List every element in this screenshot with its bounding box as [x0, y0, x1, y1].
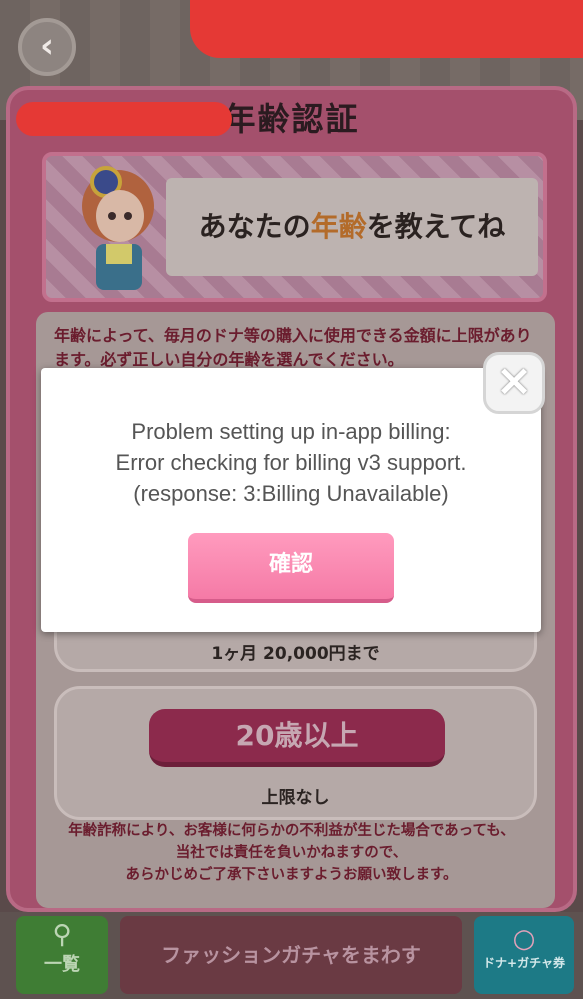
highlight-age: 年齢 [310, 210, 367, 243]
close-icon[interactable]: × [483, 352, 545, 414]
back-button[interactable]: ‹ [18, 18, 76, 76]
alert-message: Problem setting up in-app billing: Error… [41, 416, 541, 509]
redaction-mark [16, 102, 232, 136]
billing-error-alert: Problem setting up in-app billing: Error… [41, 368, 541, 632]
age-banner: あなたの年齢を教えてね [42, 152, 547, 302]
alert-message-line: Error checking for billing v3 support. [115, 450, 467, 475]
disclaimer-line: あらかじめご了承下さいますようお願い致します。 [125, 867, 458, 883]
chevron-left-icon: ‹ [39, 26, 54, 66]
banner-text-box: あなたの年齢を教えてね [166, 178, 538, 276]
age-option-limit: 1ヶ月 20,000円まで [211, 644, 380, 664]
ticket-button-label: ドナ+ガチャ券 [483, 956, 565, 970]
list-button-label: 一覧 [44, 954, 80, 975]
disclaimer: 年齢詐称により、お客様に何らかの不利益が生じた場合であっても、 当社では責任を負… [10, 820, 573, 886]
disclaimer-line: 年齢詐称により、お客様に何らかの不利益が生じた場合であっても、 [68, 823, 515, 839]
disclaimer-line: 当社では責任を負いかねますので、 [175, 845, 408, 861]
confirm-button[interactable]: 確認 [188, 533, 394, 603]
age-option-card: 20歳以上 上限なし [54, 686, 537, 820]
alert-message-line: (response: 3:Billing Unavailable) [133, 481, 449, 506]
age-option-button[interactable]: 20歳以上 [149, 709, 445, 767]
redaction-mark [190, 0, 583, 58]
fashion-gacha-button[interactable]: ファッションガチャをまわす [120, 916, 462, 994]
age-option-limit: 上限なし [261, 788, 330, 808]
list-button[interactable]: ⚲ 一覧 [16, 916, 108, 994]
bottom-bar: ⚲ 一覧 ファッションガチャをまわす ○ ドナ+ガチャ券 [0, 912, 583, 999]
search-icon: ⚲ [52, 920, 72, 950]
banner-heading: あなたの年齢を教えてね [198, 210, 506, 243]
alert-message-line: Problem setting up in-app billing: [131, 419, 451, 444]
age-notice: 年齢によって、毎月のドナ等の購入に使用できる金額に上限があります。必ず正しい自分… [54, 326, 532, 369]
donut-icon: ○ [512, 924, 536, 954]
character-avatar [82, 166, 154, 290]
ticket-button[interactable]: ○ ドナ+ガチャ券 [474, 916, 574, 994]
